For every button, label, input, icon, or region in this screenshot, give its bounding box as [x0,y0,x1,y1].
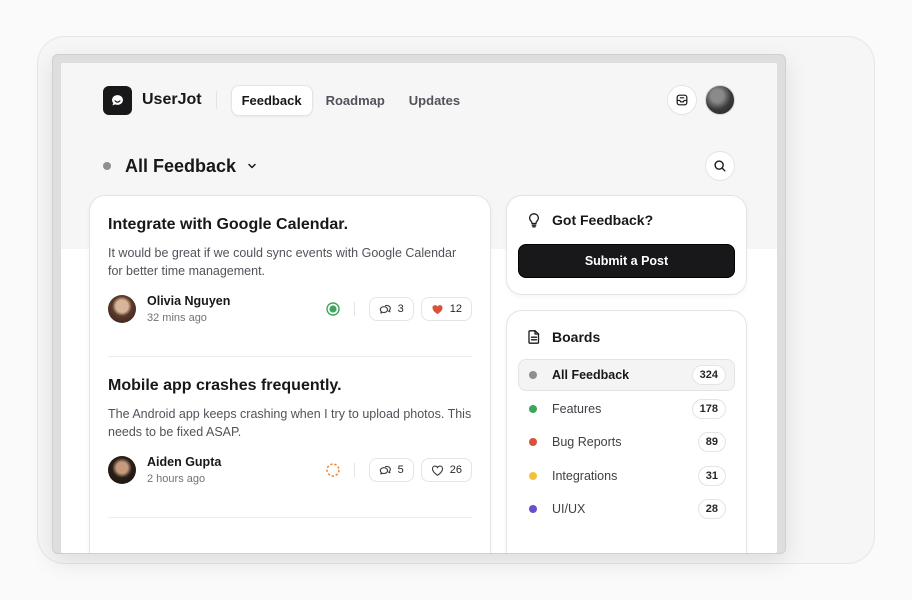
post-actions: 3 12 [325,297,472,321]
tab-updates[interactable]: Updates [398,85,471,116]
board-label: Integrations [552,468,618,483]
board-count: 89 [697,432,726,453]
inbox-icon [675,93,689,107]
board-label: Features [552,401,602,416]
status-complete-icon [325,302,340,316]
feedback-list: Integrate with Google Calendar. It would… [89,195,491,553]
board-color-dot [529,404,537,413]
board-count: 28 [697,499,726,520]
board-title-row: All Feedback [103,151,735,181]
post-description: It would be great if we could sync event… [108,246,457,278]
header-divider [215,91,217,109]
like-count: 12 [449,303,462,315]
inbox-button[interactable] [667,85,697,115]
comment-icon [379,303,392,316]
brand-name[interactable]: UserJot [142,91,202,109]
tab-roadmap[interactable]: Roadmap [315,85,396,116]
panel-title: Got Feedback? [552,212,654,228]
panel-header: Boards [518,329,735,345]
board-color-dot [529,505,537,514]
post-title[interactable]: Mobile app crashes frequently. [108,377,472,395]
board-color-dot [529,438,537,447]
status-in-progress-icon [325,463,340,477]
author-info: Aiden Gupta 2 hours ago [147,455,221,485]
search-icon [713,159,727,173]
submit-post-button[interactable]: Submit a Post [518,244,735,278]
like-count: 26 [449,464,462,476]
author-name: Olivia Nguyen [147,294,231,308]
board-item-all-feedback[interactable]: All Feedback 324 [518,359,735,391]
avatar [108,456,136,484]
app-window: UserJot Feedback Roadmap Updates All Fee… [61,63,777,553]
chat-bubble-icon[interactable] [103,85,132,115]
page-title[interactable]: All Feedback [125,156,236,177]
comments-button[interactable]: 3 [368,297,414,321]
heart-icon [431,464,444,477]
like-button[interactable]: 12 [420,297,472,321]
panel-header: Got Feedback? [518,212,735,228]
top-header: UserJot Feedback Roadmap Updates [61,63,777,137]
post-time: 2 hours ago [147,473,206,485]
divider [353,302,355,316]
chevron-down-icon[interactable] [246,160,258,172]
board-item-ui-ux[interactable]: UI/UX 28 [518,493,735,525]
feedback-post[interactable]: Mobile app crashes frequently. The Andro… [108,357,472,518]
panel-title: Boards [552,329,601,345]
browser-window: UserJot Feedback Roadmap Updates All Fee… [52,54,786,554]
comment-count: 3 [397,303,404,315]
board-item-bug-reports[interactable]: Bug Reports 89 [518,426,735,458]
board-count: 324 [691,365,726,385]
board-label: Bug Reports [552,435,622,450]
board-color-dot [529,371,537,379]
search-button[interactable] [705,151,735,181]
author-name: Aiden Gupta [147,455,222,469]
post-description: The Android app keeps crashing when I tr… [108,407,472,439]
post-actions: 5 26 [325,458,472,482]
main-nav: Feedback Roadmap Updates [230,84,472,116]
board-label: All Feedback [552,368,630,382]
lightbulb-icon [526,212,542,228]
post-meta: Olivia Nguyen 32 mins ago 3 12 [108,294,472,324]
post-time: 32 mins ago [147,312,207,324]
board-color-dot [529,471,537,480]
comments-button[interactable]: 5 [368,458,414,482]
user-avatar[interactable] [705,85,735,115]
heart-icon [431,303,444,316]
tab-feedback[interactable]: Feedback [230,84,313,116]
author-info: Olivia Nguyen 32 mins ago [147,294,230,324]
header-actions [667,85,735,115]
post-meta: Aiden Gupta 2 hours ago 5 26 [108,455,472,485]
document-icon [526,329,542,345]
board-label: UI/UX [552,502,586,517]
board-item-features[interactable]: Features 178 [518,393,735,425]
boards-panel: Boards All Feedback 324 Features 178 Bug… [506,310,747,553]
board-color-dot [103,162,111,170]
avatar [108,295,136,323]
board-count: 178 [691,398,726,419]
submit-feedback-panel: Got Feedback? Submit a Post [506,195,747,295]
board-item-integrations[interactable]: Integrations 31 [518,460,735,492]
post-title[interactable]: Integrate with Google Calendar. [108,216,472,234]
comment-count: 5 [397,464,404,476]
divider [353,463,355,477]
like-button[interactable]: 26 [420,458,472,482]
feedback-post[interactable]: Integrate with Google Calendar. It would… [108,196,472,357]
comment-icon [379,464,392,477]
board-count: 31 [697,465,726,486]
